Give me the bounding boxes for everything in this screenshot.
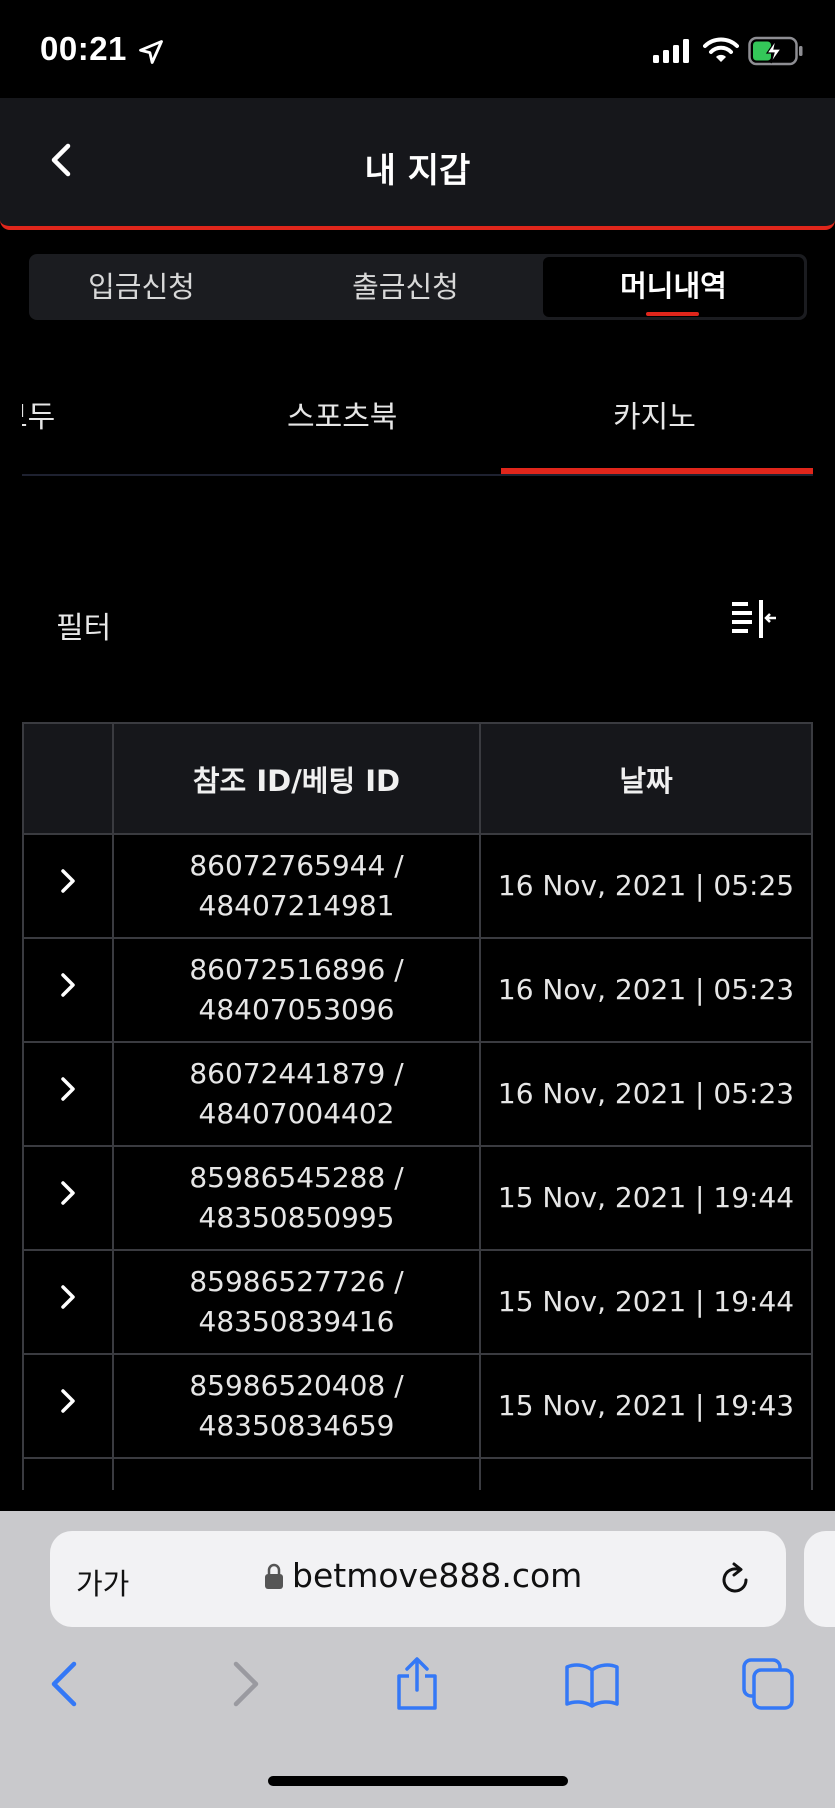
date-cell: 16 Nov, 2021 | 05:23	[479, 937, 813, 1043]
row-expand-cell[interactable]	[22, 1457, 114, 1491]
wallet-tabs: 입금신청 출금신청 머니내역	[29, 254, 807, 320]
row-expand-cell[interactable]	[22, 937, 114, 1043]
reference-id: 86072441879 /	[189, 1057, 404, 1090]
chevron-right-icon[interactable]	[55, 866, 81, 896]
battery-charging-icon	[748, 36, 803, 66]
date-cell: 15 Nov, 2021 | 19:44	[479, 1249, 813, 1355]
tab-sportsbook[interactable]: 스포츠북	[287, 392, 397, 436]
reference-id-cell: 85986502947 /	[112, 1457, 481, 1490]
bookmarks-icon[interactable]	[564, 1656, 620, 1712]
url-text: betmove888.com	[292, 1556, 583, 1595]
row-expand-cell[interactable]	[22, 1249, 114, 1355]
bet-id: 48407214981	[198, 889, 395, 922]
reference-id-cell: 85986545288 / 48350850995	[112, 1145, 481, 1251]
row-expand-cell[interactable]	[22, 833, 114, 939]
reference-id: 85986545288 /	[189, 1161, 404, 1194]
table-row[interactable]: 85986520408 / 48350834659 15 Nov, 2021 | 1…	[22, 1353, 813, 1459]
filter-icon[interactable]	[730, 598, 778, 642]
reference-id-cell: 86072516896 / 48407053096	[112, 937, 481, 1043]
reference-id: 86072516896 /	[189, 953, 404, 986]
date-cell: 16 Nov, 2021 | 05:23	[479, 1041, 813, 1147]
active-category-indicator	[501, 468, 813, 474]
tab-all[interactable]: 모두	[22, 392, 55, 436]
status-time: 00:21	[40, 30, 127, 67]
chevron-right-icon[interactable]	[55, 970, 81, 1000]
location-arrow-icon	[139, 40, 163, 64]
row-expand-cell[interactable]	[22, 1041, 114, 1147]
bet-id: 48350834659	[198, 1409, 395, 1442]
date-cell: 15 Nov, 2021 | 19:43	[479, 1353, 813, 1459]
lock-icon	[265, 1563, 283, 1589]
app-header: 내 지갑	[0, 98, 835, 230]
chevron-right-icon[interactable]	[55, 1282, 81, 1312]
signal-icon	[653, 39, 689, 63]
share-icon[interactable]	[389, 1656, 445, 1712]
forward-nav-icon[interactable]	[216, 1656, 272, 1712]
row-expand-cell[interactable]	[22, 1353, 114, 1459]
table-row[interactable]: 85986502947 /	[22, 1457, 813, 1491]
date-cell	[479, 1457, 813, 1490]
header-date: 날짜	[479, 722, 813, 835]
chevron-right-icon[interactable]	[55, 1386, 81, 1416]
table-row[interactable]: 85986545288 / 48350850995 15 Nov, 2021 | 1…	[22, 1145, 813, 1251]
status-bar: 00:21	[0, 0, 835, 98]
history-table: 참조 ID/베팅 ID 날짜 86072765944 / 48407214981 1…	[22, 722, 813, 1490]
tabs-icon[interactable]	[740, 1656, 796, 1712]
browser-toolbar: 가가 betmove888.com	[0, 1511, 835, 1808]
table-row[interactable]: 86072765944 / 48407214981 16 Nov, 2021 | 0…	[22, 833, 813, 939]
filter-label[interactable]: 필터	[56, 603, 111, 647]
tab-withdraw-request[interactable]: 출금신청	[293, 254, 518, 320]
home-indicator	[268, 1776, 568, 1786]
reference-id-cell: 86072765944 / 48407214981	[112, 833, 481, 939]
table-row[interactable]: 85986527726 / 48350839416 15 Nov, 2021 | 1…	[22, 1249, 813, 1355]
row-expand-cell[interactable]	[22, 1145, 114, 1251]
bet-id: 48407004402	[198, 1097, 395, 1130]
back-nav-icon[interactable]	[38, 1656, 94, 1712]
reference-id: 86072765944 /	[189, 849, 404, 882]
chevron-right-icon[interactable]	[55, 1490, 81, 1491]
table-row[interactable]: 86072441879 / 48407004402 16 Nov, 2021 | 0…	[22, 1041, 813, 1147]
reload-icon[interactable]	[713, 1558, 757, 1602]
date-cell: 16 Nov, 2021 | 05:25	[479, 833, 813, 939]
category-tabs: 모두 스포츠북 카지노	[22, 370, 813, 476]
table-header-row: 참조 ID/베팅 ID 날짜	[22, 722, 813, 835]
reference-id-cell: 85986520408 / 48350834659	[112, 1353, 481, 1459]
active-tab-indicator	[646, 312, 699, 316]
chevron-right-icon[interactable]	[55, 1178, 81, 1208]
reference-id-cell: 85986527726 / 48350839416	[112, 1249, 481, 1355]
date-cell: 15 Nov, 2021 | 19:44	[479, 1145, 813, 1251]
address-bar[interactable]: 가가 betmove888.com	[50, 1531, 786, 1627]
reference-id-cell: 86072441879 / 48407004402	[112, 1041, 481, 1147]
reference-id: 85986527726 /	[189, 1265, 404, 1298]
bet-id: 48350839416	[198, 1305, 395, 1338]
bet-id: 48350850995	[198, 1201, 395, 1234]
tab-money-history[interactable]: 머니내역	[543, 257, 804, 317]
chevron-right-icon[interactable]	[55, 1074, 81, 1104]
text-size-button[interactable]: 가가	[76, 1561, 129, 1603]
tab-casino[interactable]: 카지노	[613, 392, 696, 436]
bet-id: 48407053096	[198, 993, 395, 1026]
wifi-icon	[703, 37, 739, 62]
page-title: 내 지갑	[364, 151, 471, 191]
header-expand	[22, 722, 114, 835]
table-row[interactable]: 86072516896 / 48407053096 16 Nov, 2021 | 0…	[22, 937, 813, 1043]
header-reference-id: 참조 ID/베팅 ID	[112, 722, 481, 835]
tab-deposit-request[interactable]: 입금신청	[29, 254, 254, 320]
reference-id: 85986520408 /	[189, 1369, 404, 1402]
next-tab-peek[interactable]	[804, 1531, 835, 1627]
